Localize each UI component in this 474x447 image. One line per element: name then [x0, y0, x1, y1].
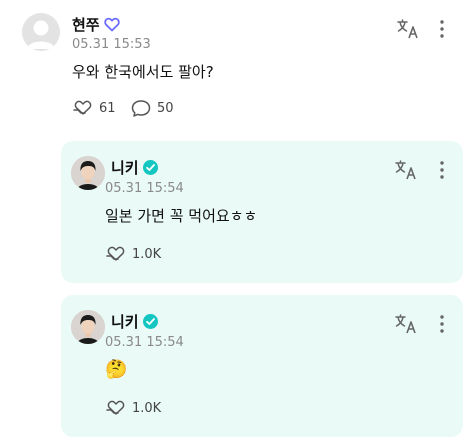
more-vertical-icon	[440, 20, 444, 38]
reply-count: 50	[157, 100, 174, 116]
more-vertical-icon	[440, 161, 444, 179]
timestamp: 05.31 15:53	[72, 37, 151, 52]
profile-photo	[71, 156, 105, 190]
like-count: 61	[99, 100, 116, 116]
reply-header: 니키	[111, 310, 158, 332]
comment-header: 현쭈	[72, 13, 120, 35]
reply-button[interactable]: 50	[130, 97, 174, 119]
username[interactable]: 니키	[111, 157, 139, 178]
reply-emoji-text: 🤔	[105, 359, 128, 380]
like-button[interactable]: 1.0K	[105, 243, 161, 265]
timestamp: 05.31 15:54	[105, 181, 184, 196]
username[interactable]: 현쭈	[72, 14, 100, 35]
heart-hand-icon	[73, 100, 92, 115]
comment-bubble-icon	[131, 100, 151, 117]
profile-photo	[71, 310, 105, 344]
like-count: 1.0K	[132, 400, 162, 416]
heart-hand-icon	[106, 246, 125, 261]
translate-icon	[397, 19, 418, 39]
translate-icon	[395, 314, 416, 334]
translate-icon	[395, 160, 416, 180]
translate-button[interactable]	[394, 159, 418, 185]
default-avatar-icon	[27, 20, 55, 49]
reply-text: 일본 가면 꼭 먹어요ㅎㅎ	[105, 207, 258, 225]
timestamp: 05.31 15:54	[105, 335, 184, 350]
avatar[interactable]	[71, 310, 105, 344]
heart-outline-icon	[103, 17, 120, 31]
like-button[interactable]: 1.0K	[105, 397, 161, 419]
verified-check-icon	[142, 313, 158, 329]
username[interactable]: 니키	[111, 311, 139, 332]
more-button[interactable]	[433, 18, 451, 44]
like-button[interactable]: 61	[72, 97, 116, 119]
reply-header: 니키	[111, 156, 158, 178]
more-vertical-icon	[440, 315, 444, 333]
reply-card: 니키 05.31 15:54 일본 가면 꼭 먹어요ㅎㅎ 1.0K	[61, 141, 463, 283]
heart-hand-icon	[106, 400, 125, 415]
comment-text: 우와 한국에서도 팔아?	[72, 63, 214, 81]
like-count: 1.0K	[132, 246, 162, 262]
reply-card: 니키 05.31 15:54 🤔 1.0K	[61, 295, 463, 437]
more-button[interactable]	[433, 313, 451, 339]
avatar[interactable]	[22, 13, 60, 51]
translate-button[interactable]	[396, 18, 420, 44]
translate-button[interactable]	[394, 313, 418, 339]
more-button[interactable]	[433, 159, 451, 185]
verified-check-icon	[142, 159, 158, 175]
avatar[interactable]	[71, 156, 105, 190]
